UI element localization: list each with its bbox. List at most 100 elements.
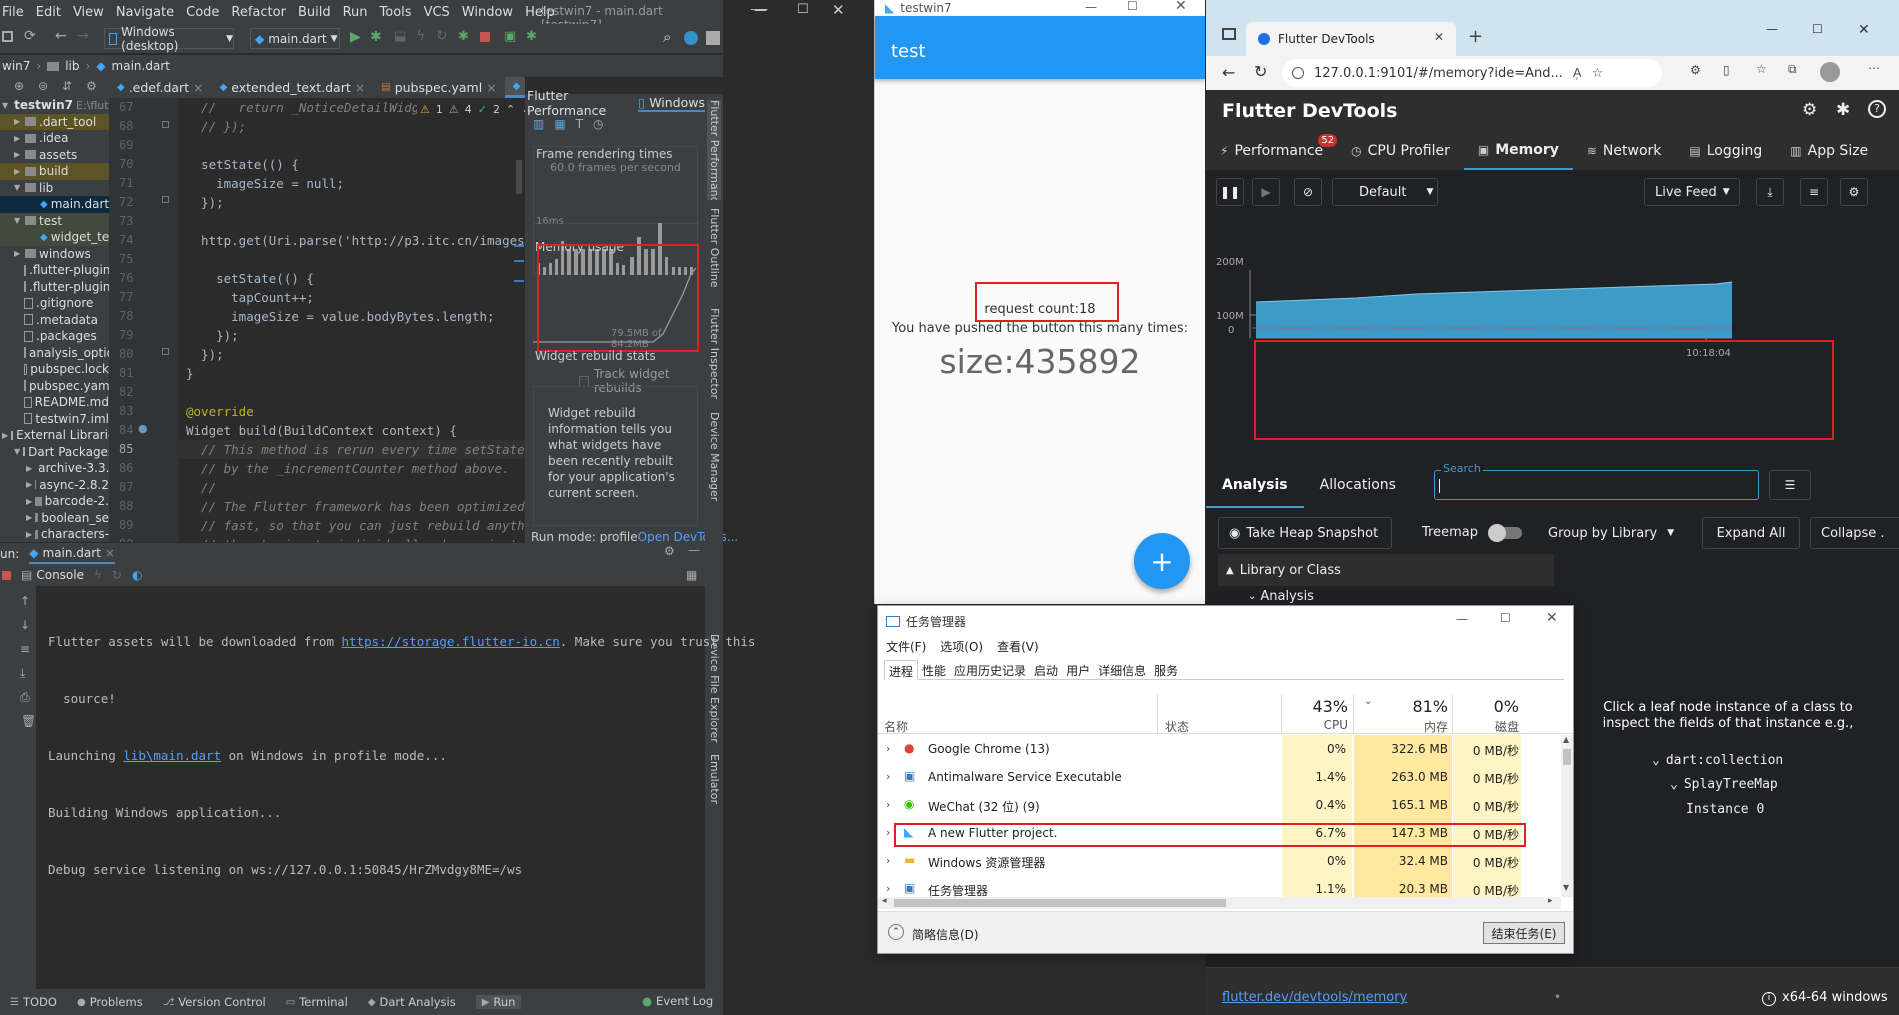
text-icon[interactable]: T <box>576 117 583 131</box>
tree-item[interactable]: pubspec.yaml <box>0 378 109 395</box>
default-select[interactable]: Default ▼ <box>1332 178 1438 206</box>
menu-item[interactable]: VCS <box>424 5 450 20</box>
close-icon[interactable]: ✕ <box>1175 0 1187 14</box>
help-icon[interactable]: ? <box>1868 100 1886 118</box>
ide-maximize-icon[interactable]: ☐ <box>797 2 809 17</box>
taskmgr-tab[interactable]: 应用历史记录 <box>950 660 1030 680</box>
menu-item[interactable]: Edit <box>36 5 61 20</box>
perf-chart-icon[interactable]: ▥ <box>533 117 544 131</box>
event-log[interactable]: ● Event Log <box>642 994 713 1008</box>
bottom-tab[interactable]: ⎇ Version Control <box>163 995 266 1009</box>
flutter-attach-icon[interactable]: ✱ <box>458 29 469 44</box>
devtools-tab[interactable]: ⚡ Performance 52 <box>1206 132 1338 170</box>
editor-tab[interactable]: ◆ .edef.dart × <box>109 77 212 98</box>
side-tab[interactable]: Device File Explorer <box>707 634 721 752</box>
col-status[interactable]: 状态 <box>1165 718 1189 735</box>
profile-icon[interactable] <box>706 31 720 45</box>
override-marker-icon[interactable]: ● <box>138 422 148 435</box>
chevron-right-icon[interactable]: ▶ <box>14 150 22 159</box>
close-icon[interactable]: × <box>105 546 115 560</box>
side-tab[interactable]: Device Manager <box>707 412 721 512</box>
editor-scrollbar[interactable] <box>516 160 522 194</box>
chevron-right-icon[interactable]: › <box>886 798 890 811</box>
tree-item-root[interactable]: ▼ testwin7E:\flutte <box>0 97 109 114</box>
collections-icon[interactable]: ⧉ <box>1788 62 1797 77</box>
tree-header[interactable]: ▲ Library or Class <box>1218 554 1554 586</box>
soft-wrap-icon[interactable]: ≡ <box>20 642 30 656</box>
close-icon[interactable]: ✕ <box>1546 610 1558 626</box>
search-field[interactable]: Search <box>1434 462 1759 500</box>
menu-item[interactable]: Tools <box>380 5 412 20</box>
stop-icon[interactable] <box>2 570 11 580</box>
tree-item[interactable]: ▶ .idea <box>0 130 109 147</box>
pause-button[interactable]: ❚❚ <box>1216 178 1244 206</box>
export-button[interactable]: ⤓ <box>1756 178 1784 206</box>
console-link[interactable]: https://storage.flutter-io.cn <box>342 634 560 649</box>
process-row[interactable]: › ▬ Windows 资源管理器 0% 32.4 MB 0 MB/秒 <box>878 847 1561 875</box>
devtools-tab[interactable]: ▣ Memory <box>1463 132 1573 170</box>
hot-restart-icon[interactable]: ↻ <box>436 28 448 44</box>
chevron-right-icon[interactable]: ▶ <box>14 249 22 258</box>
trash-icon[interactable]: 🗑 <box>21 714 36 728</box>
chevron-right-icon[interactable]: › <box>886 742 890 755</box>
chevron-down-icon[interactable]: ▼ <box>14 216 22 225</box>
brief-label[interactable]: 简略信息(D) <box>912 926 979 943</box>
tree-item[interactable]: ◆widget_test <box>0 229 109 246</box>
reload-icon[interactable]: ↻ <box>1254 62 1267 81</box>
bottom-tab[interactable]: ▭ Terminal <box>286 995 348 1009</box>
devtools-tab[interactable]: ▤ Logging <box>1675 132 1776 170</box>
chevron-down-icon[interactable]: ▼ <box>14 447 20 456</box>
close-icon[interactable]: × <box>193 80 203 95</box>
chevron-right-icon[interactable]: ▶ <box>26 497 32 506</box>
scroll-left-icon[interactable]: ◂ <box>882 896 887 906</box>
editor-tab[interactable]: ◆main.dart× <box>504 77 525 98</box>
debug-icon[interactable]: ✱ <box>370 29 382 45</box>
tree-item[interactable]: ▶ .dart_tool <box>0 113 109 130</box>
close-icon[interactable]: × <box>486 80 496 95</box>
code-editor[interactable]: // return _NoticeDetailWidget( // }); se… <box>179 98 525 542</box>
profile-avatar[interactable] <box>1820 62 1840 82</box>
ide-close-icon[interactable]: ✕ <box>832 1 845 19</box>
hot-reload-icon[interactable]: ϟ <box>416 28 425 44</box>
read-aloud-icon[interactable]: A᷊ <box>1573 65 1582 81</box>
chevron-right-icon[interactable]: ▶ <box>2 431 8 440</box>
editor-tab[interactable]: ◆ extended_text.dart × <box>212 77 374 98</box>
taskmgr-tab[interactable]: 详细信息 <box>1094 660 1150 680</box>
ide-minimize-control[interactable]: — <box>754 3 767 18</box>
breadcrumb-file[interactable]: main.dart <box>112 59 170 73</box>
address-bar[interactable]: 127.0.0.1:9101/#/memory?ide=And... A᷊ ☆ <box>1282 59 1662 87</box>
footer-link[interactable]: flutter.dev/devtools/memory <box>1222 990 1407 1005</box>
side-tab[interactable]: Flutter Inspector <box>707 308 721 418</box>
taskmgr-tab[interactable]: 启动 <box>1030 660 1062 680</box>
console-output[interactable]: Flutter assets will be downloaded from h… <box>48 594 755 917</box>
update-icon[interactable] <box>684 31 698 45</box>
tab-analysis[interactable]: Analysis <box>1206 462 1304 508</box>
project-view-icon[interactable]: ⊕ <box>14 79 24 93</box>
collapse-button[interactable]: Collapse . <box>1810 517 1899 549</box>
editor-tab[interactable]: ▤ pubspec.yaml × <box>373 77 504 98</box>
taskmgr-hscroll[interactable]: ◂ ▸ <box>878 896 1561 909</box>
scroll-thumb[interactable] <box>1563 749 1571 765</box>
chevron-down-icon[interactable]: ▼ <box>14 183 22 192</box>
scroll-thumb[interactable] <box>894 899 1226 907</box>
mem-pct[interactable]: 81% <box>1354 697 1448 716</box>
layout-icon[interactable]: ▦ <box>686 568 697 582</box>
tree-item[interactable]: analysis_option <box>0 345 109 362</box>
tree-item[interactable]: pubspec.lock <box>0 361 109 378</box>
fold-icon[interactable] <box>162 348 169 355</box>
split-icon[interactable]: ▯ <box>1723 63 1730 77</box>
collapse-icon[interactable]: ⌃ <box>888 924 904 940</box>
tree-item[interactable]: ▶ async-2.8.2 <box>0 477 109 494</box>
clear-button[interactable]: ⊘ <box>1294 178 1322 206</box>
cpu-pct[interactable]: 43% <box>1282 697 1348 716</box>
chevron-right-icon[interactable]: › <box>886 882 890 895</box>
group-by-select[interactable]: Group by Library ▼ <box>1548 517 1680 549</box>
menu-item[interactable]: Code <box>186 5 219 20</box>
hide-icon[interactable]: — <box>688 543 700 557</box>
minimize-icon[interactable]: — <box>1766 22 1778 36</box>
chevron-right-icon[interactable]: › <box>886 826 890 839</box>
treemap-toggle[interactable] <box>1488 524 1522 542</box>
filter-button[interactable]: ☰ <box>1769 470 1811 500</box>
chevron-right-icon[interactable]: ▶ <box>26 513 32 522</box>
favorite-icon[interactable]: ☆ <box>1592 66 1604 81</box>
